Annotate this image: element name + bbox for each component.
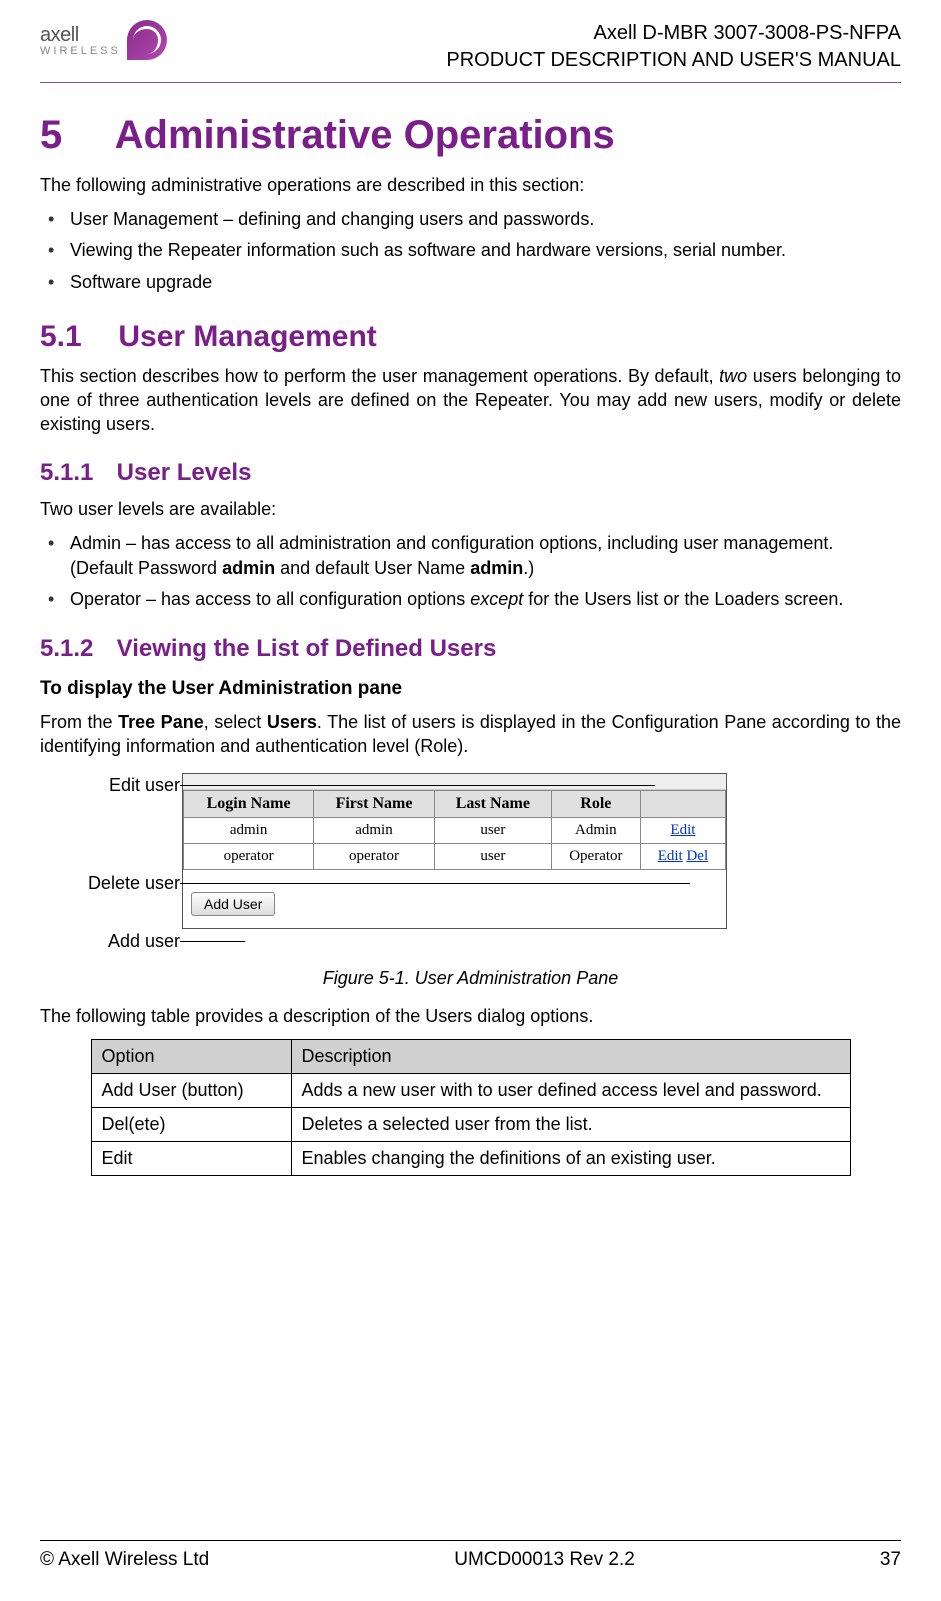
doc-title-block: Axell D-MBR 3007-3008-PS-NFPA PRODUCT DE… [446, 20, 901, 74]
section-paragraph: This section describes how to perform th… [40, 364, 901, 437]
intro-item: Viewing the Repeater information such as… [40, 238, 901, 263]
opt-name: Add User (button) [91, 1073, 291, 1107]
cell-last: user [434, 818, 551, 844]
page-footer: © Axell Wireless Ltd UMCD00013 Rev 2.2 3… [40, 1540, 901, 1571]
heading-3: 5.1.1 User Levels [40, 459, 901, 487]
user-admin-pane: Login Name First Name Last Name Role adm… [182, 773, 727, 929]
col-last: Last Name [434, 791, 551, 818]
col-actions [640, 791, 725, 818]
cell-first: operator [314, 844, 435, 870]
col-first: First Name [314, 791, 435, 818]
cell-actions: Edit Del [640, 844, 725, 870]
opt-name: Del(ete) [91, 1107, 291, 1141]
intro-list: User Management – defining and changing … [40, 207, 901, 295]
opt-header-desc: Description [291, 1039, 850, 1073]
opt-name: Edit [91, 1141, 291, 1175]
brand-sub: WIRELESS [40, 45, 121, 57]
h2-number: 5.1 [40, 320, 110, 354]
levels-intro: Two user levels are available: [40, 497, 901, 521]
page-header: axell WIRELESS Axell D-MBR 3007-3008-PS-… [40, 20, 901, 83]
cell-last: user [434, 844, 551, 870]
callout-line [180, 941, 245, 942]
brand-name: axell [40, 24, 121, 47]
callout-edit: Edit user [109, 775, 180, 796]
add-user-button[interactable]: Add User [191, 892, 275, 916]
footer-right: 37 [880, 1549, 901, 1571]
section-paragraph: From the Tree Pane, select Users. The li… [40, 710, 901, 759]
opt-header-option: Option [91, 1039, 291, 1073]
heading-2: 5.1 User Management [40, 320, 901, 354]
doc-id: Axell D-MBR 3007-3008-PS-NFPA [446, 20, 901, 47]
cell-login: operator [184, 844, 314, 870]
heading-4: To display the User Administration pane [40, 678, 901, 700]
intro-item: Software upgrade [40, 270, 901, 295]
opt-desc: Adds a new user with to user defined acc… [291, 1073, 850, 1107]
user-admin-figure: Edit user Delete user Add user Login Nam… [70, 773, 901, 953]
level-item: Operator – has access to all configurati… [40, 587, 901, 612]
delete-link[interactable]: Del [686, 848, 708, 864]
callout-line [180, 785, 655, 786]
edit-link[interactable]: Edit [670, 822, 695, 838]
heading-1: 5 Administrative Operations [40, 113, 901, 158]
options-row: Del(ete) Deletes a selected user from th… [91, 1107, 850, 1141]
h3-number: 5.1.2 [40, 635, 110, 663]
options-header-row: Option Description [91, 1039, 850, 1073]
pane-toolbar [183, 774, 726, 790]
level-item: Admin – has access to all administration… [40, 531, 901, 581]
cell-role: Operator [551, 844, 640, 870]
h2-title: User Management [118, 320, 376, 353]
h3-number: 5.1.1 [40, 459, 110, 487]
callout-delete: Delete user [88, 873, 180, 894]
callout-add: Add user [108, 931, 180, 952]
opt-desc: Enables changing the definitions of an e… [291, 1141, 850, 1175]
opt-desc: Deletes a selected user from the list. [291, 1107, 850, 1141]
edit-link[interactable]: Edit [658, 848, 683, 864]
options-row: Add User (button) Adds a new user with t… [91, 1073, 850, 1107]
brand-icon [127, 20, 167, 60]
h3-title: Viewing the List of Defined Users [117, 635, 497, 662]
cell-first: admin [314, 818, 435, 844]
figure-callouts: Edit user Delete user Add user [70, 773, 180, 953]
table-row: admin admin user Admin Edit [184, 818, 726, 844]
users-table: Login Name First Name Last Name Role adm… [183, 790, 726, 870]
brand-logo: axell WIRELESS [40, 20, 167, 60]
cell-role: Admin [551, 818, 640, 844]
h1-title: Administrative Operations [115, 113, 615, 157]
heading-3: 5.1.2 Viewing the List of Defined Users [40, 635, 901, 663]
post-figure-paragraph: The following table provides a descripti… [40, 1004, 901, 1028]
footer-center: UMCD00013 Rev 2.2 [454, 1549, 635, 1571]
table-row: operator operator user Operator Edit Del [184, 844, 726, 870]
intro-item: User Management – defining and changing … [40, 207, 901, 232]
intro-paragraph: The following administrative operations … [40, 173, 901, 197]
footer-left: © Axell Wireless Ltd [40, 1549, 209, 1571]
doc-sub: PRODUCT DESCRIPTION AND USER'S MANUAL [446, 47, 901, 74]
cell-actions: Edit [640, 818, 725, 844]
options-table: Option Description Add User (button) Add… [91, 1039, 851, 1176]
options-row: Edit Enables changing the definitions of… [91, 1141, 850, 1175]
h1-number: 5 [40, 113, 105, 158]
figure-caption: Figure 5-1. User Administration Pane [40, 968, 901, 989]
h3-title: User Levels [117, 459, 252, 486]
callout-line [180, 883, 690, 884]
levels-list: Admin – has access to all administration… [40, 531, 901, 613]
table-header-row: Login Name First Name Last Name Role [184, 791, 726, 818]
col-role: Role [551, 791, 640, 818]
cell-login: admin [184, 818, 314, 844]
col-login: Login Name [184, 791, 314, 818]
